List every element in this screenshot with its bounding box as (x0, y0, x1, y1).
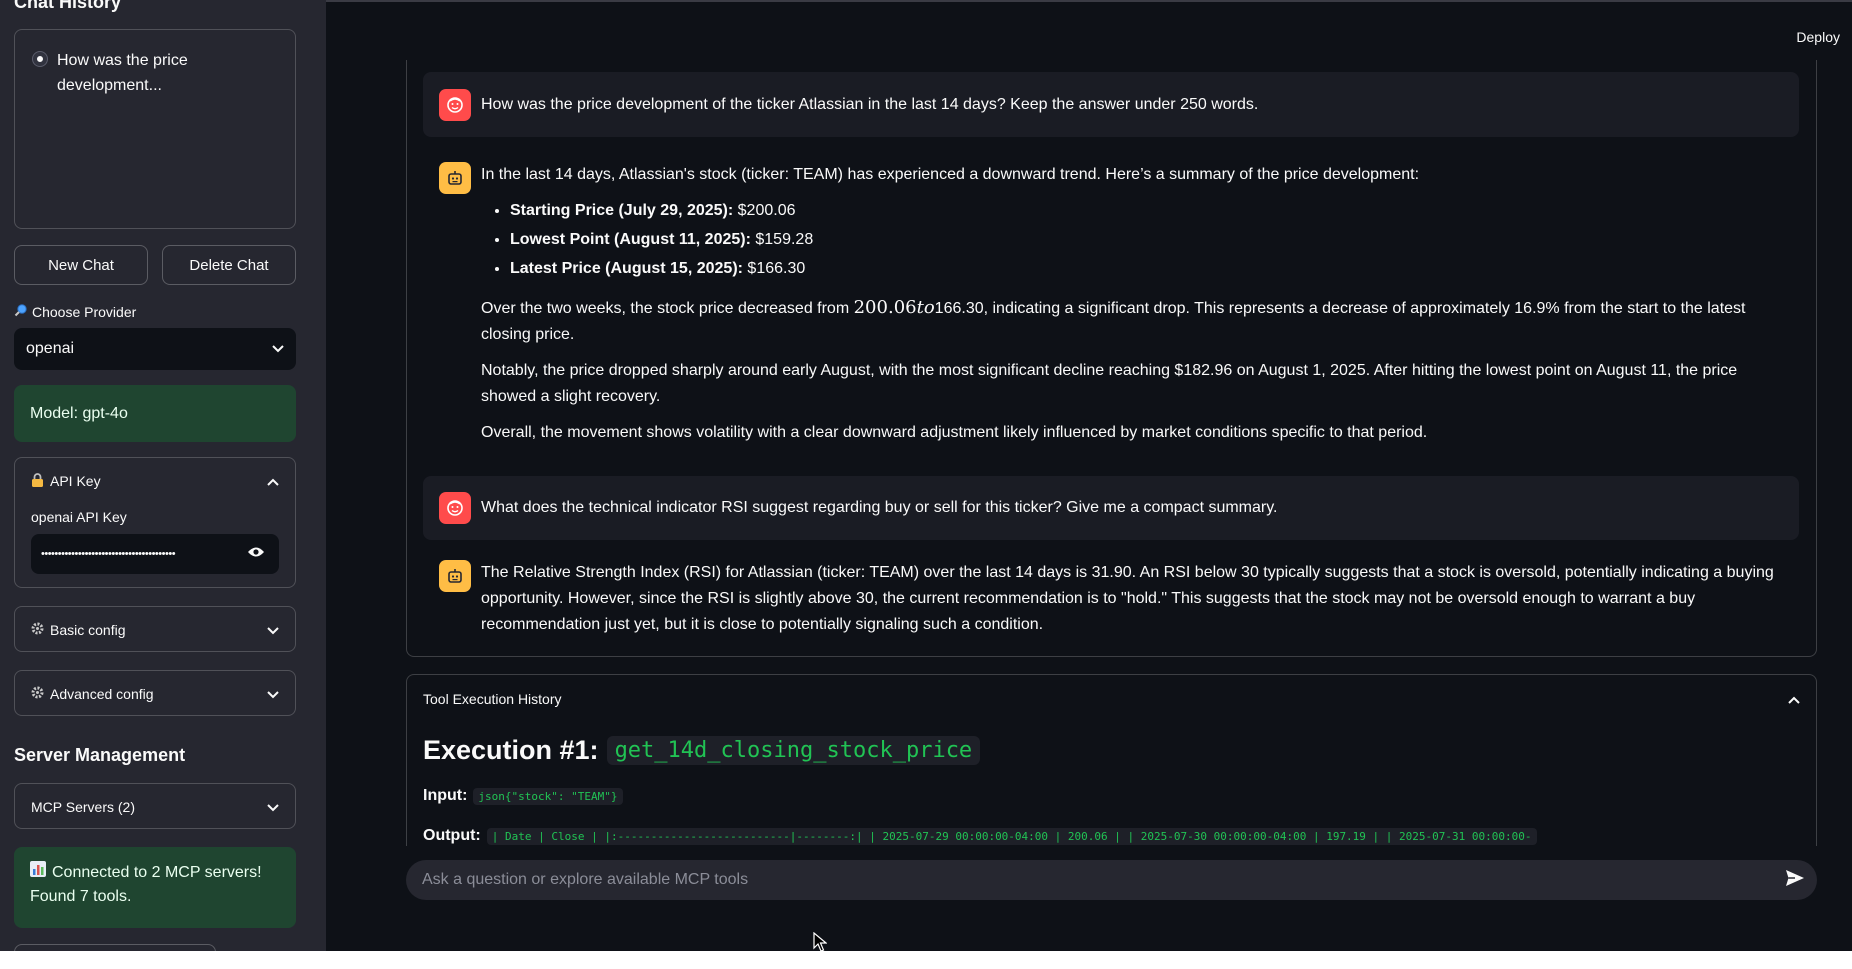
eye-icon[interactable] (247, 545, 265, 563)
api-key-label: openai API Key (31, 509, 127, 525)
new-chat-button[interactable]: New Chat (14, 245, 148, 285)
mcp-servers-expander[interactable]: MCP Servers (2) (14, 783, 296, 829)
user-message: How was the price development of the tic… (423, 72, 1799, 137)
answer-intro: In the last 14 days, Atlassian's stock (… (481, 166, 1420, 183)
tool-output-code: | Date | Close | |:---------------------… (486, 827, 1537, 845)
chat-input-bar (406, 860, 1817, 900)
provider-label: Choose Provider (14, 303, 136, 320)
message-text: In the last 14 days, Atlassian's stock (… (481, 162, 1783, 454)
chat-history-list: How was the price development... (14, 29, 296, 229)
lock-icon (31, 472, 44, 490)
price-list: Starting Price (July 29, 2025): $200.06 … (510, 196, 1783, 283)
message-text: How was the price development of the tic… (481, 95, 1259, 113)
sidebar-button-partial[interactable] (14, 944, 216, 951)
list-item: Latest Price (August 15, 2025): $166.30 (510, 254, 1783, 283)
chat-input-field[interactable] (422, 871, 1722, 889)
api-key-input[interactable]: •••••••••••••••••••••••••••••••••••••••• (31, 534, 279, 574)
user-message: What does the technical indicator RSI su… (423, 476, 1799, 540)
advanced-config-expander[interactable]: Advanced config (14, 670, 296, 716)
math-render: 200.06to (853, 297, 935, 318)
gear-icon (31, 686, 44, 702)
chevron-down-icon (267, 622, 279, 638)
chat-messages-container: How was the price development of the tic… (406, 60, 1817, 657)
tool-input-row: Input: json{"stock": "TEAM"} (423, 787, 623, 805)
tool-output-row: Output: | Date | Close | |:-------------… (423, 827, 1537, 845)
message-text: The Relative Strength Index (RSI) for At… (481, 564, 1774, 633)
delete-chat-button[interactable]: Delete Chat (162, 245, 296, 285)
connection-line-2: Found 7 tools. (30, 888, 132, 905)
api-key-expander: API Key openai API Key •••••••••••••••••… (14, 457, 296, 588)
top-divider (326, 0, 1852, 2)
message-text: What does the technical indicator RSI su… (481, 499, 1278, 516)
model-info-box: Model: gpt-4o (14, 385, 296, 442)
assistant-message: In the last 14 days, Atlassian's stock (… (423, 154, 1799, 454)
answer-paragraph: Notably, the price dropped sharply aroun… (481, 362, 1738, 405)
assistant-message: The Relative Strength Index (RSI) for At… (423, 552, 1799, 656)
connection-status-box: Connected to 2 MCP servers! Found 7 tool… (14, 847, 296, 928)
history-item[interactable]: How was the price development... (33, 48, 207, 98)
provider-select[interactable]: openai (14, 328, 296, 370)
chevron-up-icon (1788, 691, 1800, 707)
api-key-expander-header[interactable]: API Key (15, 458, 295, 504)
answer-paragraph: Over the two weeks, the stock price decr… (481, 297, 1746, 343)
chat-history-title: Chat History (14, 0, 122, 12)
mouse-cursor-icon (813, 931, 828, 957)
server-management-title: Server Management (14, 745, 186, 765)
user-avatar-icon (439, 492, 471, 524)
user-avatar-icon (439, 88, 471, 121)
provider-value: openai (26, 340, 75, 357)
radio-selected-icon[interactable] (33, 52, 47, 66)
tool-name-code: get_14d_closing_stock_price (606, 736, 981, 765)
connection-line-1: Connected to 2 MCP servers! (52, 864, 262, 881)
model-text: Model: gpt-4o (30, 404, 128, 422)
gear-icon (31, 622, 44, 638)
sidebar: Chat History How was the price developme… (0, 0, 326, 951)
list-item: Starting Price (July 29, 2025): $200.06 (510, 196, 1783, 225)
list-item: Lowest Point (August 11, 2025): $159.28 (510, 225, 1783, 254)
api-key-masked-value: •••••••••••••••••••••••••••••••••••••••• (41, 548, 176, 560)
bot-avatar-icon (439, 162, 471, 194)
chevron-down-icon (267, 799, 279, 815)
chevron-up-icon (267, 473, 279, 489)
bar-chart-icon (30, 861, 46, 885)
basic-config-expander[interactable]: Basic config (14, 606, 296, 652)
send-icon[interactable] (1785, 869, 1805, 892)
chevron-down-icon (272, 340, 284, 358)
taskbar-strip (0, 951, 1852, 969)
chevron-down-icon (267, 686, 279, 702)
bot-avatar-icon (439, 560, 471, 592)
tool-input-code: json{"stock": "TEAM"} (473, 787, 623, 805)
deploy-button[interactable]: Deploy (1796, 29, 1840, 45)
history-item-label: How was the price development... (57, 52, 188, 94)
magnifier-icon (14, 303, 28, 320)
answer-paragraph: Overall, the movement shows volatility w… (481, 424, 1428, 441)
execution-title: Execution #1: get_14d_closing_stock_pric… (423, 735, 981, 766)
tool-execution-history: Tool Execution History Execution #1: get… (406, 674, 1817, 846)
tool-history-header[interactable]: Tool Execution History (407, 675, 1816, 723)
